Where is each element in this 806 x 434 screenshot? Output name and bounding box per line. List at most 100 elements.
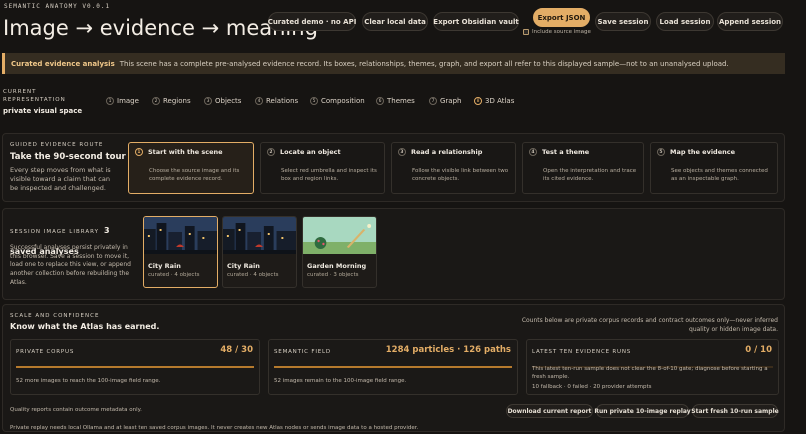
step-number: 6 bbox=[376, 97, 384, 105]
garden-morning-thumbnail bbox=[303, 217, 376, 254]
metric-note: 52 images remain to the 100-image field … bbox=[274, 378, 407, 384]
card-description: Select red umbrella and inspect its box … bbox=[281, 168, 377, 182]
metric-label: SEMANTIC FIELD bbox=[274, 349, 331, 355]
library-item-city-rain-2[interactable]: City Rain curated · 4 objects bbox=[222, 216, 297, 288]
download-report-button[interactable]: Download current report bbox=[506, 404, 593, 418]
metric-private-corpus: PRIVATE CORPUS 48 / 30 52 more images to… bbox=[10, 339, 260, 395]
metric-value: 1284 particles · 126 paths bbox=[385, 345, 511, 355]
step-label: Regions bbox=[163, 97, 191, 105]
quality-note: Quality reports contain outcome metadata… bbox=[10, 407, 142, 413]
metric-latest-runs: LATEST TEN EVIDENCE RUNS 0 / 10 This lat… bbox=[526, 339, 779, 395]
library-item-garden-morning[interactable]: Garden Morning curated · 3 objects bbox=[302, 216, 377, 288]
metric-attempts: 10 fallback · 0 failed · 20 provider att… bbox=[532, 384, 652, 390]
card-number: 3 bbox=[398, 148, 406, 156]
run-replay-button[interactable]: Run private 10-image replay bbox=[594, 404, 691, 418]
route-title: Take the 90-second tour bbox=[10, 152, 126, 162]
step-label: Objects bbox=[215, 97, 242, 105]
step-number: 1 bbox=[106, 97, 114, 105]
banner-title: Curated evidence analysis bbox=[11, 59, 115, 68]
library-description: Successful analyses persist privately in… bbox=[10, 244, 131, 286]
item-subtitle: curated · 4 objects bbox=[148, 272, 200, 278]
route-description: Every step moves from what is visible to… bbox=[10, 166, 111, 193]
step-number: 8 bbox=[474, 97, 482, 105]
card-number: 4 bbox=[529, 148, 537, 156]
metric-value: 0 / 10 bbox=[745, 345, 772, 355]
route-card-relationship[interactable]: 3 Read a relationship Follow the visible … bbox=[391, 142, 516, 194]
include-source-image-label: Include source image bbox=[532, 29, 591, 35]
step-themes[interactable]: 6 Themes bbox=[376, 97, 415, 105]
card-number: 5 bbox=[657, 148, 665, 156]
item-title: City Rain bbox=[148, 262, 181, 270]
card-title: Start with the scene bbox=[148, 148, 223, 156]
step-label: Themes bbox=[387, 97, 415, 105]
library-item-city-rain[interactable]: City Rain curated · 4 objects bbox=[143, 216, 218, 288]
step-objects[interactable]: 3 Objects bbox=[204, 97, 241, 105]
scale-note: Counts below are private corpus records … bbox=[521, 317, 778, 333]
progress-fill bbox=[16, 366, 254, 368]
route-card-theme[interactable]: 4 Test a theme Open the interpretation an… bbox=[522, 142, 644, 194]
step-label: Composition bbox=[321, 97, 365, 105]
route-label: GUIDED EVIDENCE ROUTE bbox=[10, 142, 104, 148]
card-description: Choose the source image and its complete… bbox=[149, 168, 240, 182]
step-number: 7 bbox=[429, 97, 437, 105]
save-session-button[interactable]: Save session bbox=[595, 12, 651, 31]
progress-bar bbox=[16, 366, 254, 368]
start-fresh-sample-button[interactable]: Start fresh 10-run sample bbox=[691, 404, 779, 418]
step-number: 4 bbox=[255, 97, 263, 105]
metric-label: LATEST TEN EVIDENCE RUNS bbox=[532, 349, 632, 355]
scale-label: SCALE AND CONFIDENCE bbox=[10, 313, 100, 319]
clear-local-data-button[interactable]: Clear local data bbox=[362, 12, 428, 31]
step-number: 5 bbox=[310, 97, 318, 105]
step-label: Image bbox=[117, 97, 139, 105]
load-session-button[interactable]: Load session bbox=[656, 12, 714, 31]
card-number: 1 bbox=[135, 148, 143, 156]
step-image[interactable]: 1 Image bbox=[106, 97, 139, 105]
metric-note: 52 more images to reach the 100-image fi… bbox=[16, 378, 161, 384]
progress-fill bbox=[274, 366, 512, 368]
brand-label: SEMANTIC ANATOMY V0.0.1 bbox=[4, 3, 111, 10]
step-graph[interactable]: 7 Graph bbox=[429, 97, 461, 105]
item-subtitle: curated · 4 objects bbox=[227, 272, 279, 278]
library-label: SESSION IMAGE LIBRARY bbox=[10, 229, 99, 235]
step-label: Graph bbox=[440, 97, 462, 105]
step-3d-atlas[interactable]: 8 3D Atlas bbox=[474, 97, 514, 105]
checkbox-icon[interactable] bbox=[523, 29, 529, 35]
step-label: 3D Atlas bbox=[485, 97, 515, 105]
metric-value: 48 / 30 bbox=[220, 345, 253, 355]
replay-note: Private replay needs local Ollama and at… bbox=[10, 425, 419, 431]
curated-analysis-banner: Curated evidence analysis This scene has… bbox=[2, 53, 785, 74]
item-title: City Rain bbox=[227, 262, 260, 270]
representation-value: private visual space bbox=[3, 107, 83, 115]
route-card-scene[interactable]: 1 Start with the scene Choose the source … bbox=[128, 142, 254, 194]
item-subtitle: curated · 3 objects bbox=[307, 272, 359, 278]
step-relations[interactable]: 4 Relations bbox=[255, 97, 298, 105]
progress-bar bbox=[274, 366, 512, 368]
route-card-map[interactable]: 5 Map the evidence See objects and themes… bbox=[650, 142, 778, 194]
metric-label: PRIVATE CORPUS bbox=[16, 349, 75, 355]
card-title: Test a theme bbox=[542, 148, 590, 156]
city-rain-thumbnail bbox=[144, 217, 217, 254]
banner-text: This scene has a complete pre-analysed e… bbox=[119, 59, 729, 68]
export-obsidian-button[interactable]: Export Obsidian vault bbox=[433, 12, 519, 31]
export-json-button[interactable]: Export JSON bbox=[533, 8, 590, 27]
step-composition[interactable]: 5 Composition bbox=[310, 97, 365, 105]
city-rain-thumbnail bbox=[223, 217, 296, 254]
card-description: Open the interpretation and trace its ci… bbox=[543, 168, 637, 182]
card-title: Map the evidence bbox=[670, 148, 735, 156]
item-title: Garden Morning bbox=[307, 262, 367, 270]
route-card-object[interactable]: 2 Locate an object Select red umbrella an… bbox=[260, 142, 385, 194]
representation-label: CURRENT REPRESENTATION bbox=[3, 89, 66, 104]
step-label: Relations bbox=[266, 97, 299, 105]
step-number: 3 bbox=[204, 97, 212, 105]
append-session-button[interactable]: Append session bbox=[717, 12, 783, 31]
scale-title: Know what the Atlas has earned. bbox=[10, 322, 160, 331]
card-description: See objects and themes connected as an i… bbox=[671, 168, 768, 182]
step-regions[interactable]: 2 Regions bbox=[152, 97, 191, 105]
card-description: Follow the visible link between two conc… bbox=[412, 168, 509, 182]
include-source-image-checkbox[interactable]: Include source image bbox=[523, 29, 591, 35]
curated-demo-button[interactable]: Curated demo · no API bbox=[268, 12, 356, 31]
card-title: Read a relationship bbox=[411, 148, 483, 156]
step-number: 2 bbox=[152, 97, 160, 105]
metric-note: This latest ten-run sample does not clea… bbox=[532, 366, 768, 380]
metric-semantic-field: SEMANTIC FIELD 1284 particles · 126 path… bbox=[268, 339, 518, 395]
